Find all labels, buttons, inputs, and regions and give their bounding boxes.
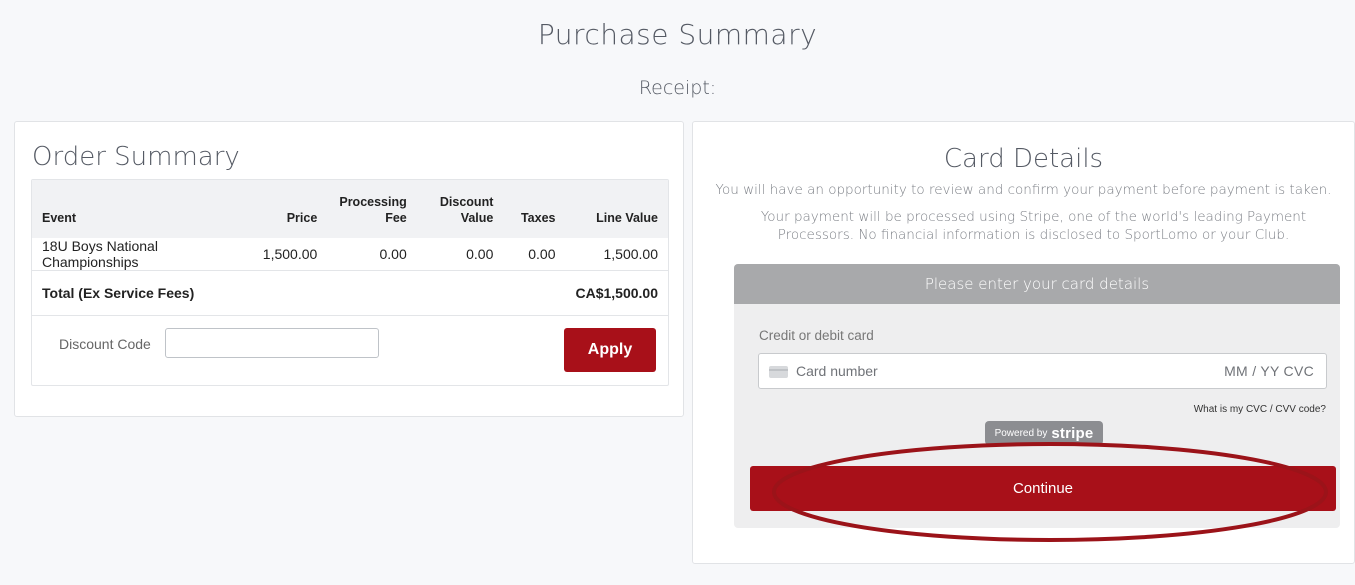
- purchase-summary-page: Purchase Summary Receipt: Order Summary …: [0, 0, 1355, 585]
- stripe-note: Your payment will be processed using Str…: [760, 209, 1307, 243]
- order-summary-title: Order Summary: [32, 142, 240, 172]
- review-note: You will have an opportunity to review a…: [715, 182, 1332, 198]
- table-row: 18U Boys National Championships 1,500.00…: [32, 238, 668, 271]
- total-value: CA$1,500.00: [565, 270, 668, 316]
- card-box-header: Please enter your card details: [734, 264, 1340, 304]
- stripe-logo: stripe: [1051, 424, 1094, 442]
- card-details-title: Card Details: [943, 144, 1104, 174]
- card-number-field[interactable]: Card number MM / YY CVC: [758, 353, 1327, 389]
- cvc-help-link[interactable]: What is my CVC / CVV code?: [1194, 404, 1326, 415]
- card-number-placeholder[interactable]: Card number: [796, 363, 878, 379]
- discount-code-label: Discount Code: [59, 336, 151, 352]
- page-title: Purchase Summary: [537, 18, 818, 51]
- powered-by-stripe-badge[interactable]: Powered by stripe: [985, 421, 1103, 445]
- col-header-discount-value: Discount Value: [439, 195, 494, 225]
- col-header-taxes: Taxes: [520, 211, 556, 225]
- col-header-line-value: Line Value: [596, 211, 658, 225]
- cell-processing-fee: 0.00: [327, 238, 417, 271]
- cell-price: 1,500.00: [246, 238, 328, 271]
- cell-line-value: 1,500.00: [565, 238, 668, 271]
- total-row: Total (Ex Service Fees) CA$1,500.00: [32, 270, 668, 316]
- card-entry-box: Please enter your card details Credit or…: [734, 264, 1340, 528]
- cell-discount-value: 0.00: [416, 238, 504, 271]
- order-table-header-row: Event Price Processing Fee Discount Value …: [32, 180, 668, 238]
- total-label: Total (Ex Service Fees): [32, 270, 566, 316]
- powered-by-text: Powered by: [994, 427, 1048, 439]
- credit-card-label: Credit or debit card: [759, 328, 874, 343]
- cell-event: 18U Boys National Championships: [32, 238, 247, 271]
- credit-card-icon: [769, 366, 788, 378]
- expiry-cvc-placeholder[interactable]: MM / YY CVC: [1224, 363, 1314, 379]
- col-header-price: Price: [286, 211, 318, 225]
- card-details-panel: Card Details You will have an opportunit…: [692, 121, 1355, 564]
- receipt-label: Receipt:: [638, 77, 717, 99]
- discount-code-input[interactable]: [165, 328, 379, 358]
- continue-button[interactable]: Continue: [750, 466, 1336, 511]
- col-header-processing-fee: Processing Fee: [339, 195, 407, 225]
- order-summary-panel: Order Summary Event Price Processing Fee …: [14, 121, 684, 417]
- col-header-event: Event: [42, 211, 77, 225]
- order-table: Event Price Processing Fee Discount Value …: [32, 180, 668, 316]
- cell-taxes: 0.00: [503, 238, 566, 271]
- apply-button[interactable]: Apply: [564, 328, 656, 372]
